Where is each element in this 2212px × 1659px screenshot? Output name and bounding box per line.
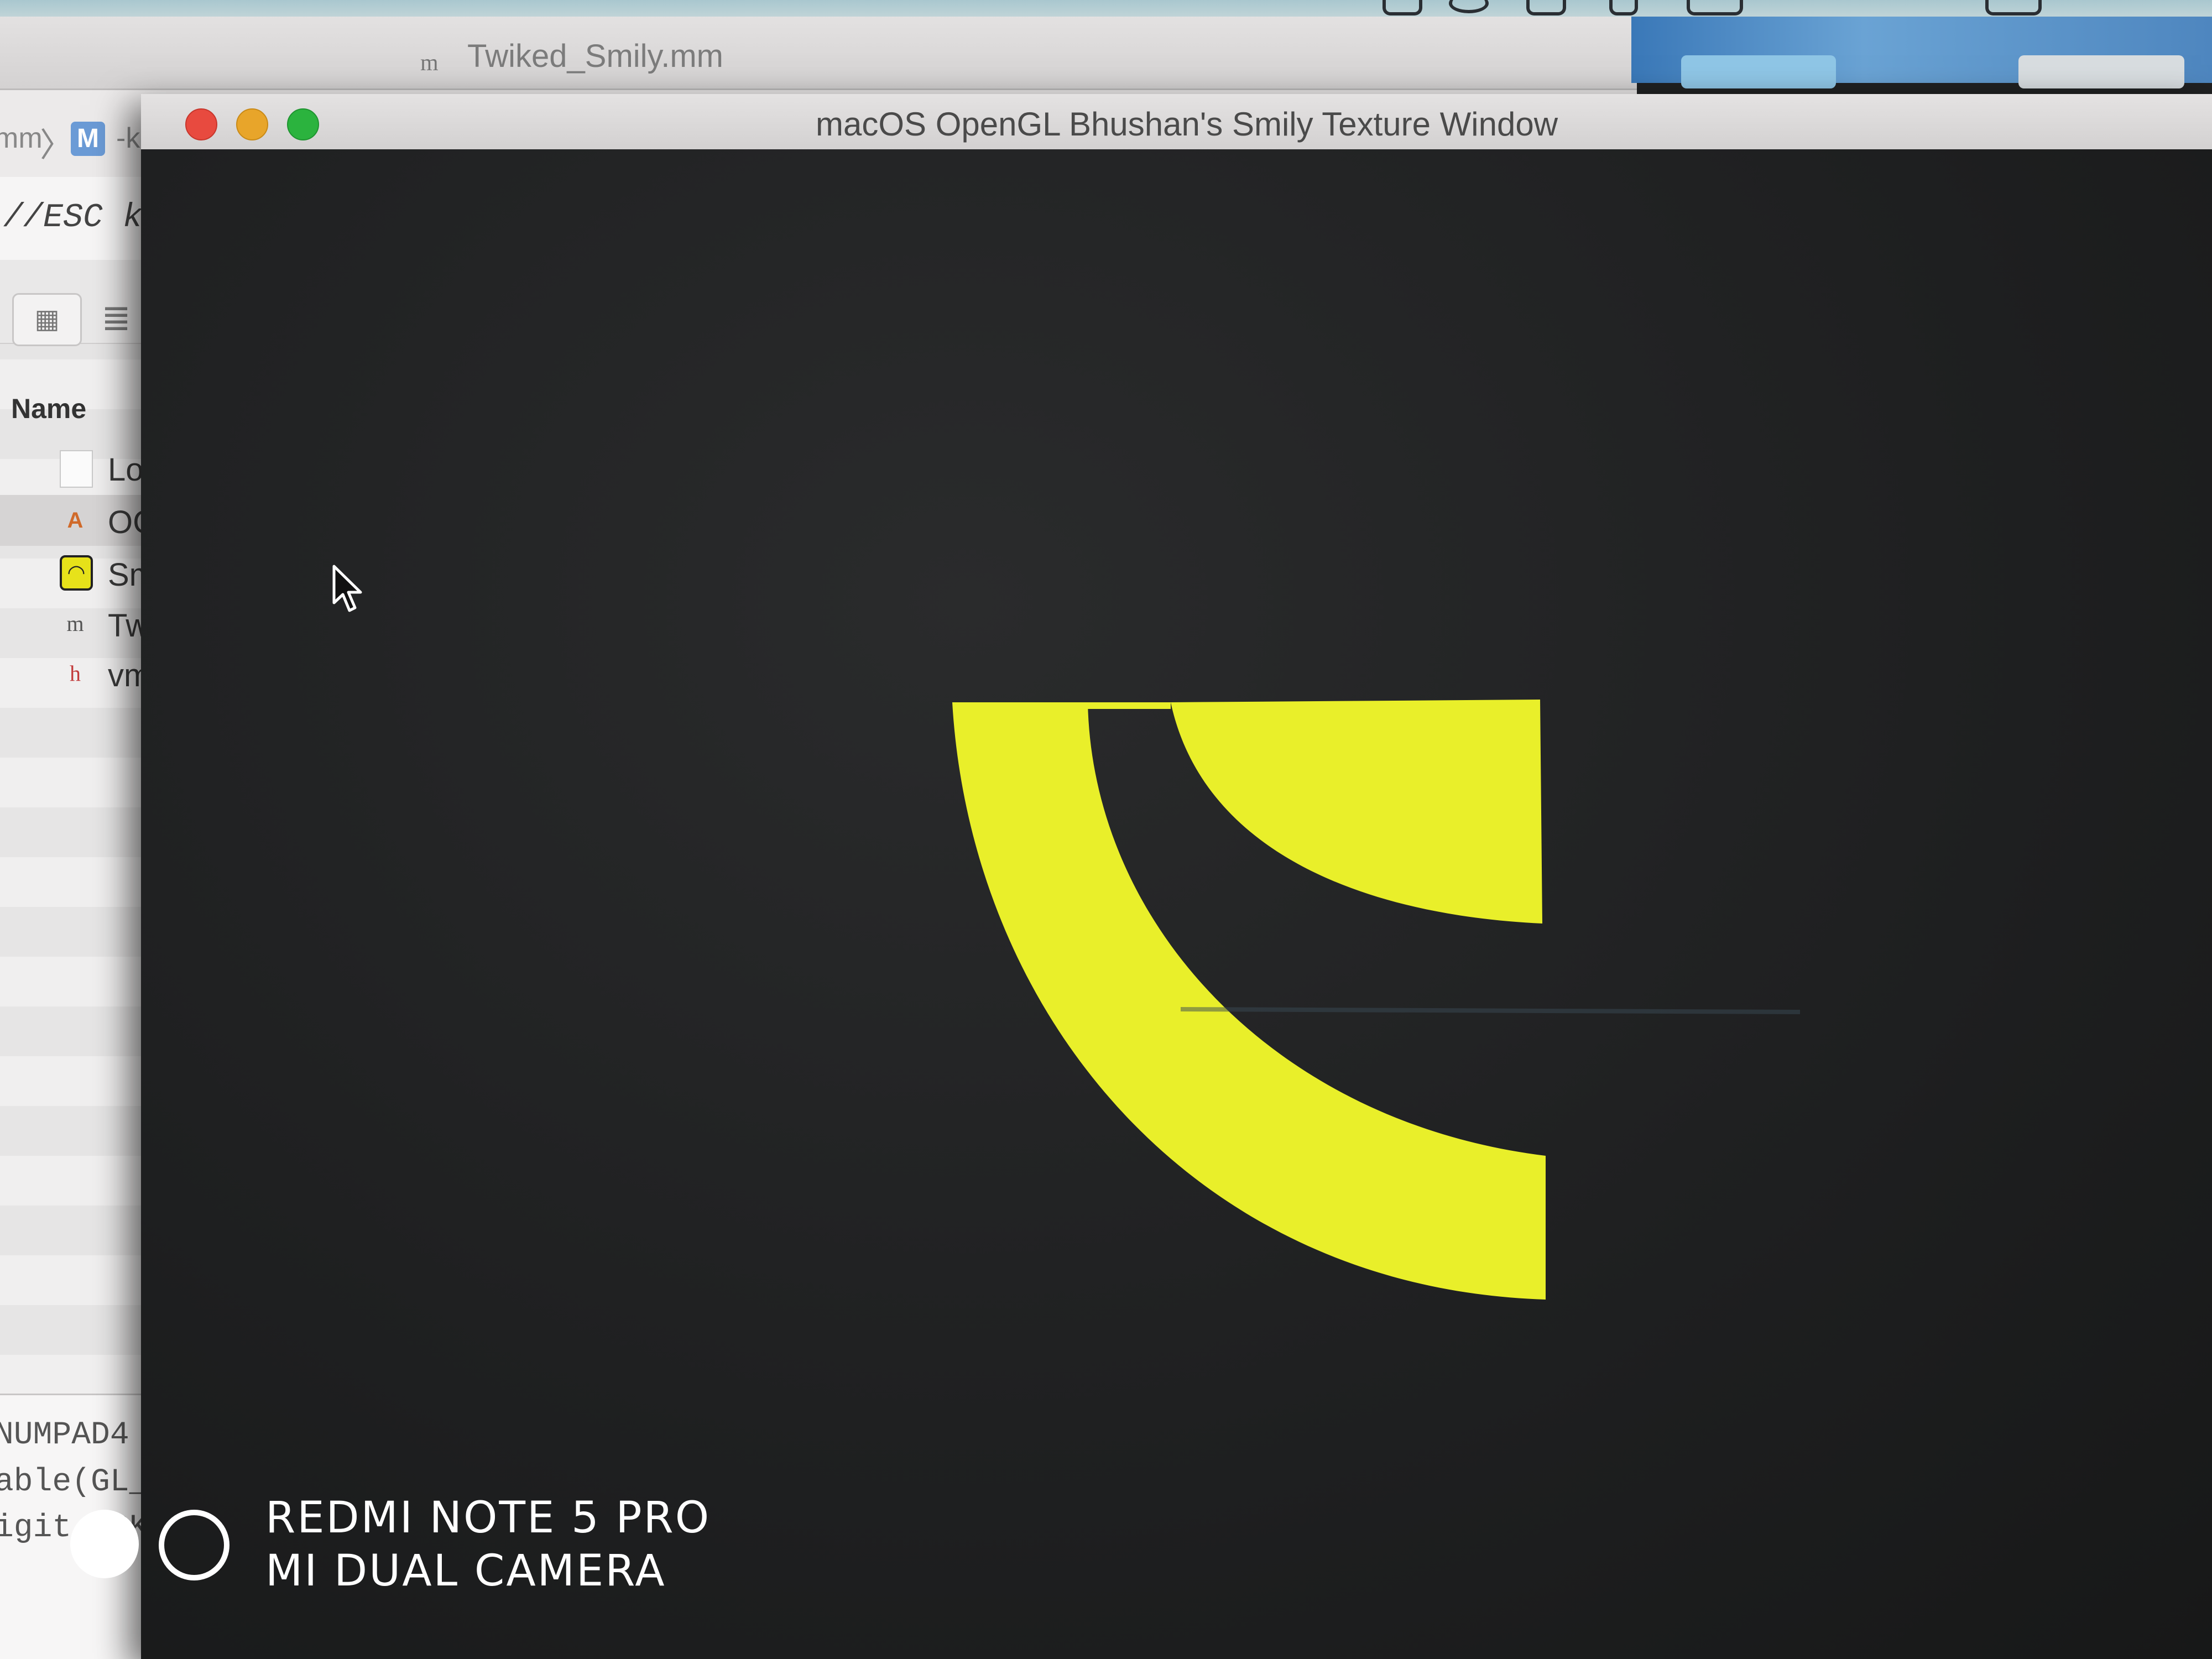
document-icon	[60, 450, 93, 488]
jump-bar-segment[interactable]: mm	[0, 122, 43, 155]
app-icon: A	[67, 508, 84, 533]
chevron-right-icon: 〉	[40, 127, 73, 164]
list-view-button[interactable]: ≣	[83, 293, 149, 343]
dual-camera-dot-icon	[70, 1510, 139, 1578]
opengl-canvas[interactable]	[141, 149, 2212, 1659]
code-line: NUMPAD4	[0, 1417, 129, 1453]
battery-icon[interactable]	[1985, 0, 2042, 15]
desktop-background	[1631, 17, 2212, 88]
editor-tab-title[interactable]: Twiked_Smily.mm	[467, 38, 723, 75]
mouse-pointer-icon	[332, 565, 362, 612]
smily-icon: ◠	[60, 555, 93, 591]
dual-camera-ring-icon	[159, 1510, 229, 1580]
zoom-button[interactable]	[287, 108, 319, 140]
texture-edge	[1088, 702, 1171, 709]
screen-reflection	[1180, 1007, 1801, 1014]
smily-cheek-segment	[1171, 700, 1542, 924]
watermark-device-name: REDMI NOTE 5 PRO	[265, 1493, 711, 1543]
icon-view-button[interactable]: ▦	[12, 293, 82, 346]
header-file-icon: h	[70, 661, 81, 686]
list-icon: ≣	[101, 298, 131, 338]
editor-tab-bar: m Twiked_Smily.mm	[0, 17, 1637, 90]
menubar-status-icon[interactable]	[1449, 0, 1489, 13]
column-header-name[interactable]: Name	[11, 393, 86, 425]
minimize-button[interactable]	[236, 108, 268, 140]
menubar-status-icon[interactable]	[1526, 0, 1566, 15]
photo-scene: m Twiked_Smily.mm mm 〉 M -key //ESC key …	[0, 0, 2212, 1659]
menubar-status-icon[interactable]	[1687, 0, 1743, 15]
watermark-camera-name: MI DUAL CAMERA	[265, 1546, 666, 1596]
grid-icon: ▦	[34, 305, 60, 334]
window-title-bar[interactable]: macOS OpenGL Bhushan's Smily Texture Win…	[141, 94, 2212, 151]
folder-icon[interactable]	[2018, 55, 2184, 88]
folder-icon[interactable]	[1681, 55, 1836, 88]
menubar-status-icon[interactable]	[1383, 0, 1422, 15]
close-button[interactable]	[185, 108, 217, 140]
smily-texture-quad	[952, 700, 1801, 1300]
menubar-status-icon[interactable]	[1609, 0, 1638, 15]
objc-file-icon: m	[420, 50, 439, 76]
objc-mm-file-icon: m	[66, 611, 84, 636]
camera-watermark: REDMI NOTE 5 PRO MI DUAL CAMERA	[69, 1493, 733, 1620]
opengl-window: macOS OpenGL Bhushan's Smily Texture Win…	[141, 94, 2212, 1659]
window-title: macOS OpenGL Bhushan's Smily Texture Win…	[816, 106, 1558, 143]
method-icon[interactable]: M	[71, 122, 105, 156]
